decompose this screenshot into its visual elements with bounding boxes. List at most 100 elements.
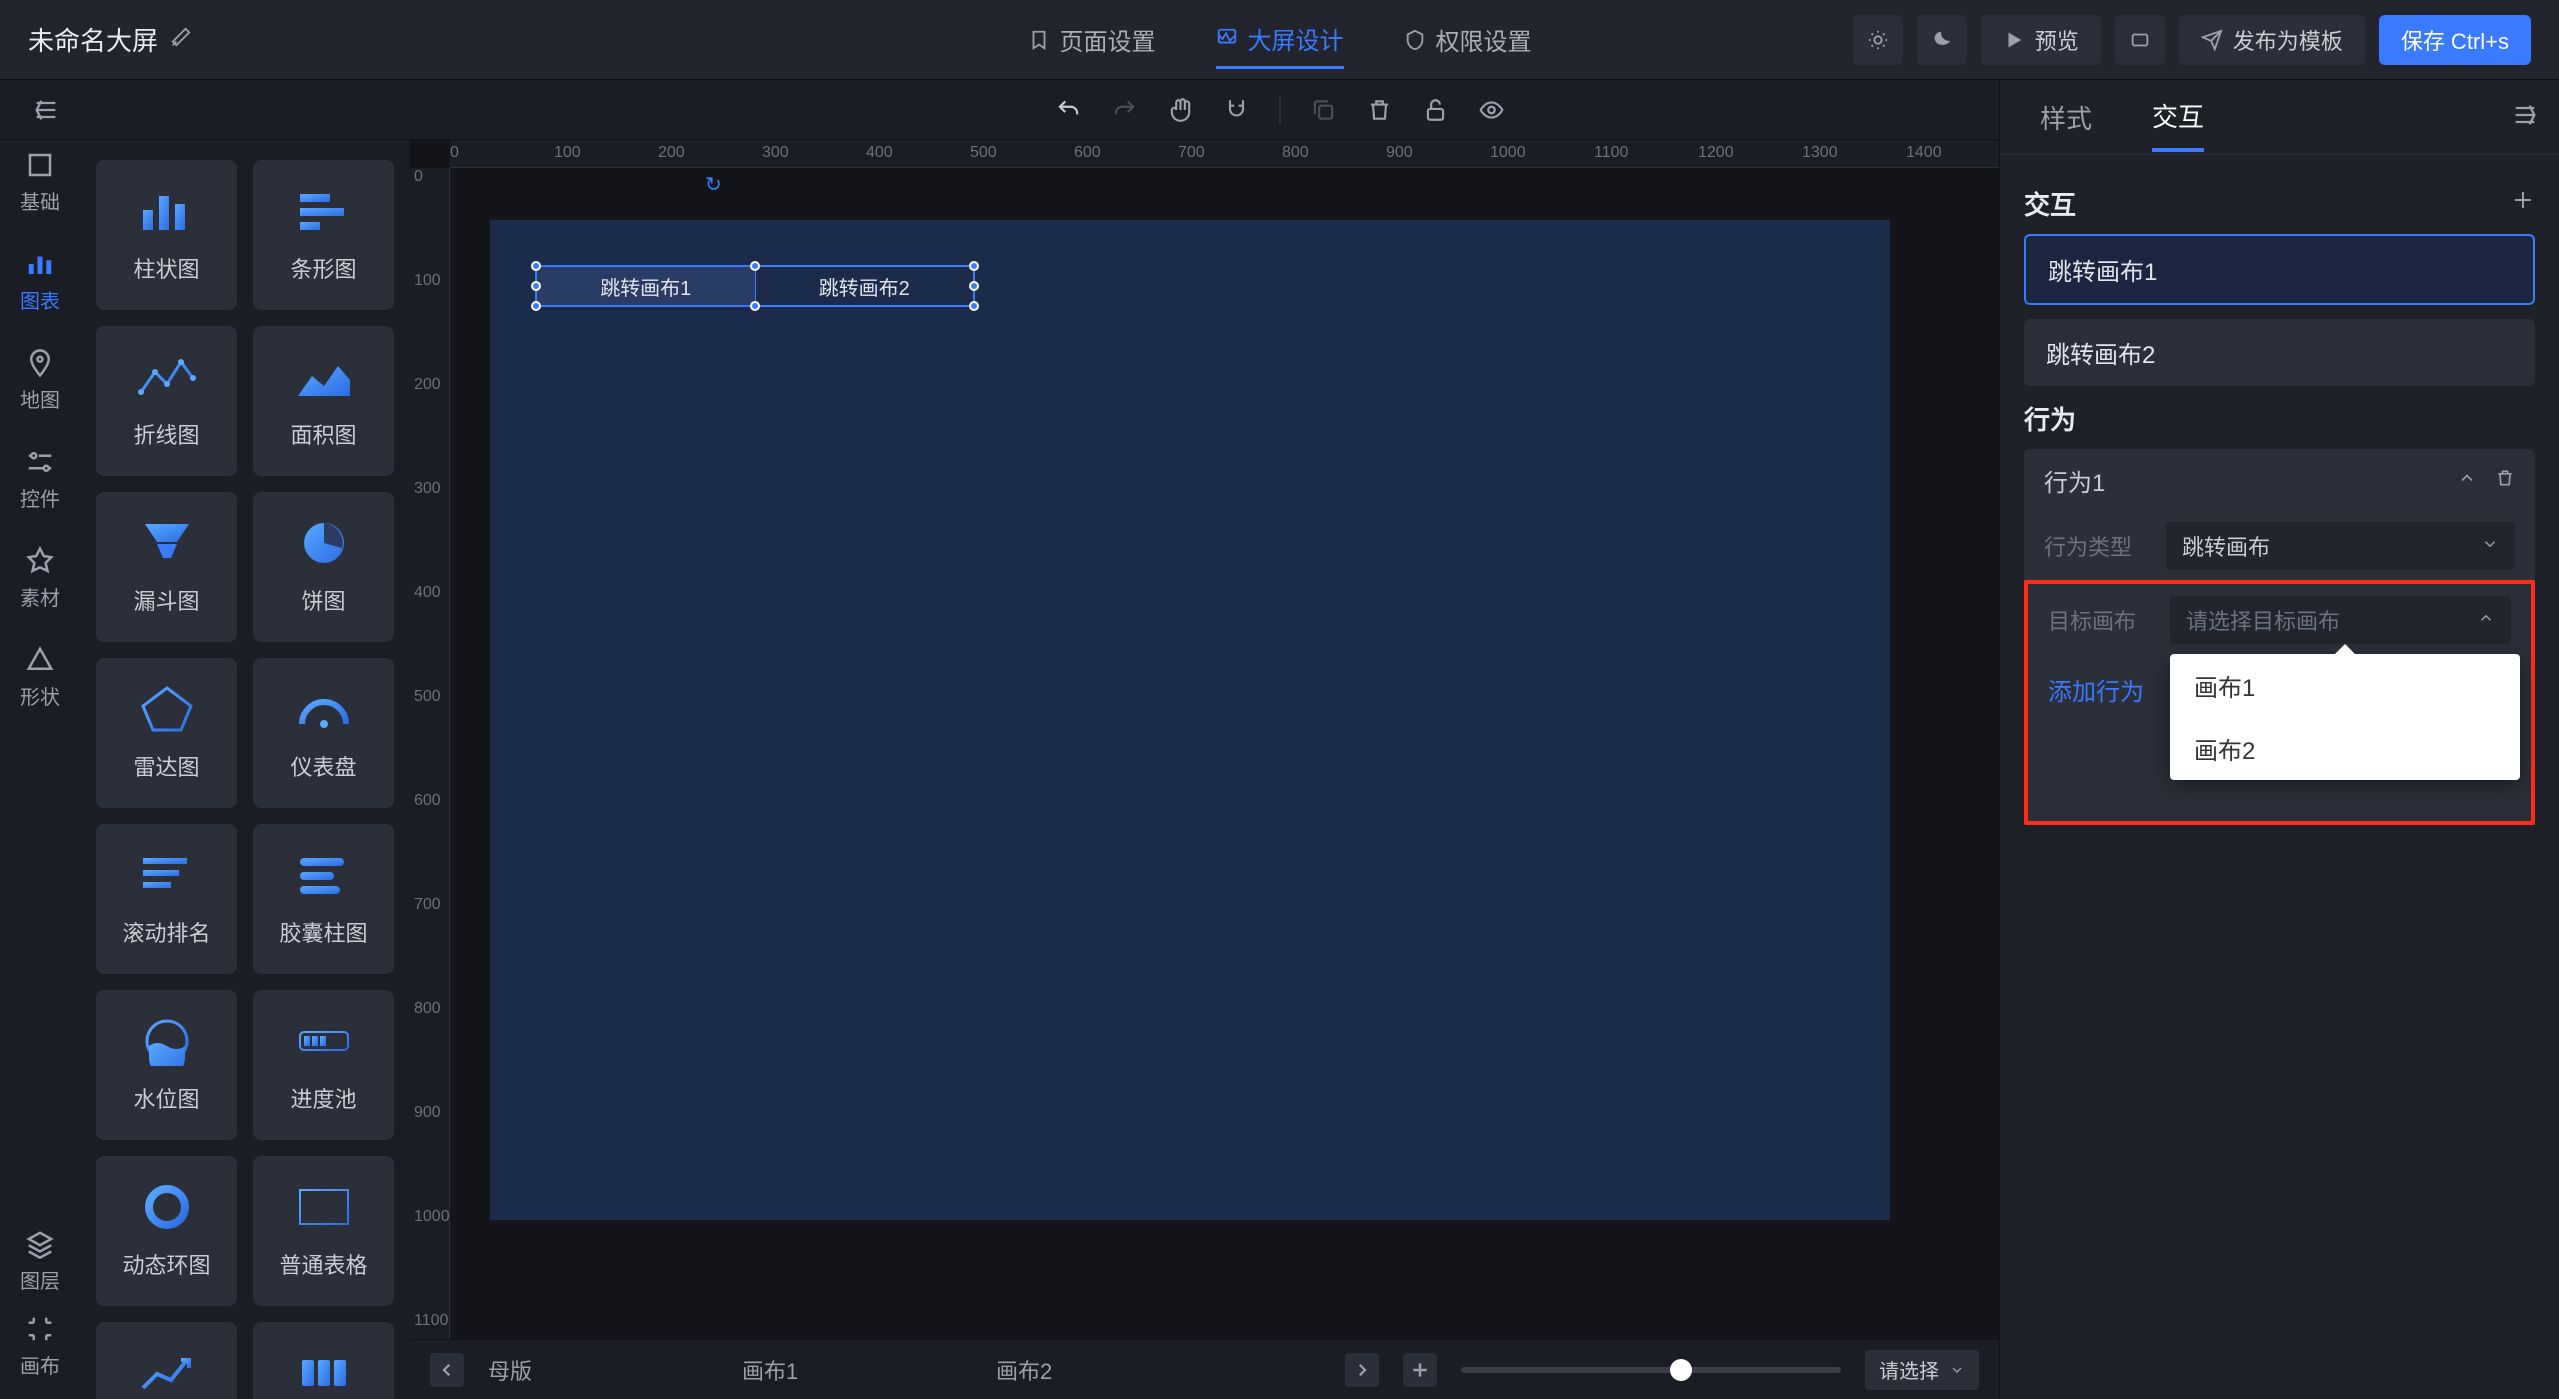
- tab-interaction[interactable]: 交互: [2152, 83, 2204, 152]
- palette-chip-table[interactable]: 普通表格: [253, 1156, 394, 1306]
- nav-layers[interactable]: 图层: [10, 1229, 70, 1294]
- lock-icon[interactable]: [1422, 97, 1448, 123]
- component-tab-1[interactable]: 跳转画布1: [537, 267, 756, 305]
- slider-thumb[interactable]: [1670, 1359, 1692, 1381]
- palette-chip-countdown[interactable]: 倒计时: [253, 1322, 394, 1399]
- palette-chip-radar[interactable]: 雷达图: [96, 658, 237, 808]
- resize-handle[interactable]: [531, 261, 541, 271]
- select-label: 请选择: [1879, 1355, 1939, 1384]
- nav-basic[interactable]: 基础: [10, 150, 70, 215]
- theme-dark-icon[interactable]: [1917, 15, 1967, 65]
- line-icon: [133, 352, 201, 402]
- add-canvas-icon[interactable]: [1403, 1353, 1437, 1387]
- interaction-card-2[interactable]: 跳转画布2: [2024, 319, 2535, 386]
- tab-permissions[interactable]: 权限设置: [1404, 12, 1532, 67]
- chevron-up-icon: [2477, 607, 2495, 633]
- nav-chart[interactable]: 图表: [10, 249, 70, 314]
- publish-button[interactable]: 发布为模板: [2179, 15, 2365, 65]
- left-panel-toggle-icon[interactable]: [24, 88, 68, 132]
- bottombar: 母版 画布1 画布2 请选择: [410, 1339, 1999, 1399]
- nav-label: 基础: [20, 192, 60, 214]
- nav-canvas[interactable]: 画布: [10, 1314, 70, 1379]
- magnet-icon[interactable]: [1223, 97, 1249, 123]
- chip-label: 仪表盘: [290, 750, 356, 782]
- copy-icon[interactable]: [1310, 97, 1336, 123]
- dropdown-option[interactable]: 画布2: [2170, 717, 2520, 780]
- visibility-icon[interactable]: [1478, 97, 1504, 123]
- palette-chip-ring[interactable]: 动态环图: [96, 1156, 237, 1306]
- nav-shape[interactable]: 形状: [10, 645, 70, 710]
- target-canvas-select[interactable]: 请选择目标画布 画布1 画布2: [2170, 596, 2511, 644]
- palette-chip-line[interactable]: 折线图: [96, 326, 237, 476]
- edit-title-icon[interactable]: [170, 26, 192, 53]
- palette-chip-progress[interactable]: 进度池: [253, 990, 394, 1140]
- resize-handle[interactable]: [969, 301, 979, 311]
- collapse-icon[interactable]: [2457, 467, 2477, 495]
- nav-material[interactable]: 素材: [10, 546, 70, 611]
- chevron-down-icon: [1949, 1362, 1965, 1378]
- canvas-tab-master[interactable]: 母版: [488, 1354, 718, 1386]
- tab-style[interactable]: 样式: [2040, 85, 2092, 150]
- undo-icon[interactable]: [1055, 97, 1081, 123]
- canvas-toolbar: [1055, 96, 1504, 124]
- selected-component[interactable]: 跳转画布1 跳转画布2: [535, 265, 975, 307]
- behavior-type-select[interactable]: 跳转画布: [2166, 522, 2515, 570]
- layout-icon[interactable]: [2115, 15, 2165, 65]
- chip-label: 滚动排名: [122, 916, 210, 948]
- resize-handle[interactable]: [531, 281, 541, 291]
- redo-icon[interactable]: [1111, 97, 1137, 123]
- palette-chip-liquid[interactable]: 水位图: [96, 990, 237, 1140]
- field-placeholder: 请选择目标画布: [2186, 604, 2340, 636]
- canvas-tab-1[interactable]: 画布1: [742, 1354, 972, 1386]
- palette-chip-bar[interactable]: 柱状图: [96, 160, 237, 310]
- canvas[interactable]: ↻ 跳转画布1 跳转画布2: [490, 220, 1890, 1220]
- dropdown-option[interactable]: 画布1: [2170, 654, 2520, 717]
- canvas-tab-2[interactable]: 画布2: [996, 1354, 1226, 1386]
- component-tab-2[interactable]: 跳转画布2: [756, 267, 974, 305]
- hand-icon[interactable]: [1167, 97, 1193, 123]
- tab-design[interactable]: 大屏设计: [1216, 11, 1344, 69]
- nav-control[interactable]: 控件: [10, 447, 70, 512]
- delete-behavior-icon[interactable]: [2495, 467, 2515, 495]
- zoom-select[interactable]: 请选择: [1865, 1350, 1979, 1390]
- resize-handle[interactable]: [969, 281, 979, 291]
- canvas-area: 0100200300400500600700800900100011001200…: [410, 140, 1999, 1339]
- resize-handle[interactable]: [750, 301, 760, 311]
- chevron-down-icon: [2481, 533, 2499, 559]
- delete-icon[interactable]: [1366, 97, 1392, 123]
- resize-handle[interactable]: [969, 261, 979, 271]
- tab-page-settings[interactable]: 页面设置: [1028, 12, 1156, 67]
- palette-chip-rank[interactable]: 滚动排名: [96, 824, 237, 974]
- resize-handle[interactable]: [750, 261, 760, 271]
- page-title: 未命名大屏: [28, 21, 158, 58]
- section-title-text: 行为: [2024, 400, 2076, 437]
- add-interaction-icon[interactable]: [2511, 188, 2535, 219]
- right-panel-toggle-icon[interactable]: [2511, 101, 2539, 134]
- interaction-card-1[interactable]: 跳转画布1: [2024, 234, 2535, 305]
- chip-label: 漏斗图: [133, 584, 199, 616]
- nav-map[interactable]: 地图: [10, 348, 70, 413]
- theme-light-icon[interactable]: [1853, 15, 1903, 65]
- preview-button[interactable]: 预览: [1981, 15, 2101, 65]
- rotate-handle-icon[interactable]: ↻: [705, 172, 722, 197]
- next-canvas-icon[interactable]: [1345, 1353, 1379, 1387]
- palette-chip-trend[interactable]: 业务指标趋势: [96, 1322, 237, 1399]
- slider-track[interactable]: [1461, 1367, 1841, 1373]
- save-button[interactable]: 保存 Ctrl+s: [2379, 15, 2531, 65]
- palette-chip-gauge[interactable]: 仪表盘: [253, 658, 394, 808]
- top-center-tabs: 页面设置 大屏设计 权限设置: [1028, 11, 1532, 69]
- palette-chip-pie[interactable]: 饼图: [253, 492, 394, 642]
- resize-handle[interactable]: [531, 301, 541, 311]
- prev-canvas-icon[interactable]: [430, 1353, 464, 1387]
- chip-label: 普通表格: [279, 1248, 367, 1280]
- palette-chip-capsule[interactable]: 胶囊柱图: [253, 824, 394, 974]
- palette-chip-area[interactable]: 面积图: [253, 326, 394, 476]
- palette-chip-hbar[interactable]: 条形图: [253, 160, 394, 310]
- zoom-slider[interactable]: [1461, 1367, 1841, 1373]
- target-canvas-row: 目标画布 请选择目标画布 画布1 画布2: [2028, 586, 2531, 654]
- area-icon: [290, 352, 358, 402]
- ruler-horizontal: 0100200300400500600700800900100011001200…: [450, 140, 1999, 168]
- palette-chip-funnel[interactable]: 漏斗图: [96, 492, 237, 642]
- rank-icon: [133, 850, 201, 900]
- topbar: 未命名大屏 页面设置 大屏设计 权限设置 预览 发布为模板: [0, 0, 2559, 80]
